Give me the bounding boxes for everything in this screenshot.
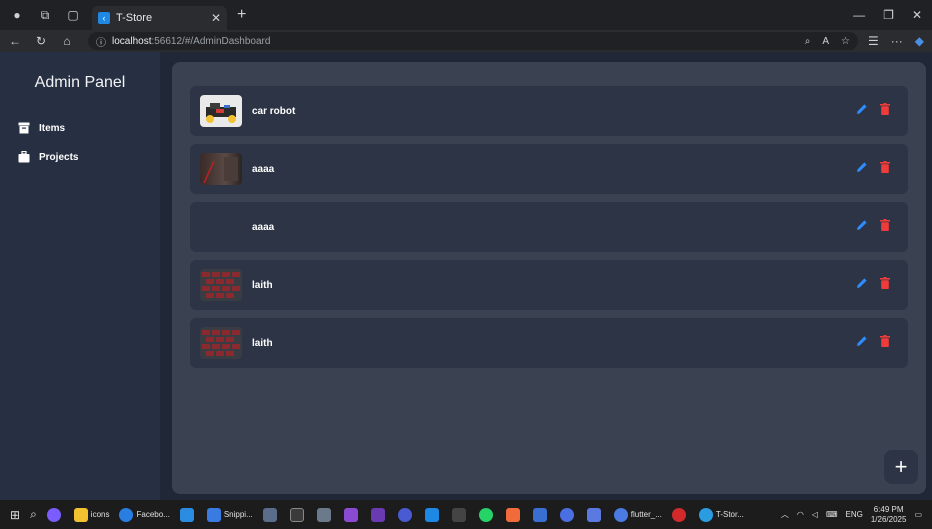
taskbar-app-tstore[interactable]: T-Stor... xyxy=(698,507,744,522)
item-name: laith xyxy=(252,337,273,349)
close-tab-icon[interactable]: ✕ xyxy=(211,11,221,25)
favorites-list-icon[interactable]: ☰ xyxy=(868,34,879,48)
site-info-icon[interactable]: ⓘ xyxy=(96,34,106,49)
zoom-icon[interactable]: ⌕ xyxy=(805,36,811,47)
item-thumbnail xyxy=(200,327,242,359)
copilot-taskbar-icon[interactable] xyxy=(46,507,64,522)
taskbar-app-whatsapp-icon[interactable] xyxy=(478,507,496,522)
sidebar-item-label: Projects xyxy=(39,151,79,163)
sidebar-item-items[interactable]: Items xyxy=(18,122,65,134)
delete-icon[interactable] xyxy=(880,334,890,352)
start-icon[interactable]: ⊞ xyxy=(10,508,20,522)
edit-icon[interactable] xyxy=(856,276,868,294)
sidebar: Admin Panel Items Projects xyxy=(0,52,160,500)
taskbar: ⊞ ⌕ icons Facebo... Snippi... flutter_..… xyxy=(0,500,932,529)
items-panel: car robot aaaa aaaa laith laith + xyxy=(172,62,926,494)
tray-keyboard-icon[interactable]: ⌨ xyxy=(826,510,838,519)
item-thumbnail xyxy=(200,269,242,301)
item-name: aaaa xyxy=(252,221,275,233)
delete-icon[interactable] xyxy=(880,102,890,120)
profile-icon[interactable]: ● xyxy=(6,4,28,26)
copilot-icon[interactable]: ◆ xyxy=(915,34,924,48)
back-icon[interactable]: ← xyxy=(4,34,26,48)
taskbar-app-vscode-icon[interactable] xyxy=(424,507,442,522)
browser-tab[interactable]: ‹ T-Store ✕ xyxy=(92,6,227,30)
list-item[interactable]: aaaa xyxy=(190,202,908,252)
taskbar-app-flutter[interactable]: flutter_... xyxy=(613,507,662,522)
taskbar-app-snipping[interactable]: Snippi... xyxy=(206,507,253,522)
sidebar-title: Admin Panel xyxy=(34,74,126,91)
list-item[interactable]: laith xyxy=(190,260,908,310)
taskbar-app-chat-icon[interactable] xyxy=(397,507,415,522)
more-icon[interactable]: ··· xyxy=(891,34,903,48)
tray-lang[interactable]: ENG xyxy=(846,510,863,519)
taskbar-app-terminal-icon[interactable] xyxy=(289,507,307,522)
taskbar-app-visualstudio-icon[interactable] xyxy=(343,507,361,522)
notifications-icon[interactable]: ▭ xyxy=(914,510,922,519)
sidebar-item-projects[interactable]: Projects xyxy=(18,151,78,163)
restore-icon[interactable]: ❐ xyxy=(883,8,894,22)
tray-chevron-icon[interactable]: ︿ xyxy=(781,509,789,520)
tray-wifi-icon[interactable]: ◠ xyxy=(797,510,804,519)
delete-icon[interactable] xyxy=(880,218,890,236)
edit-icon[interactable] xyxy=(856,334,868,352)
edit-icon[interactable] xyxy=(856,102,868,120)
plus-icon: + xyxy=(894,454,908,479)
search-icon[interactable]: ⌕ xyxy=(30,507,37,522)
taskbar-app-app2-icon[interactable] xyxy=(559,507,577,522)
flutter-favicon-icon: ‹ xyxy=(98,12,110,24)
taskbar-app-calculator-icon[interactable] xyxy=(262,507,280,522)
taskbar-app-mail-icon[interactable] xyxy=(179,507,197,522)
system-tray: ︿ ◠ ◁ ⌨ ENG 6:49 PM 1/26/2025 ▭ xyxy=(781,505,932,525)
taskbar-app-postman-icon[interactable] xyxy=(505,507,523,522)
taskbar-app-icons[interactable]: icons xyxy=(73,507,109,522)
tray-clock[interactable]: 6:49 PM 1/26/2025 xyxy=(871,505,907,525)
edit-icon[interactable] xyxy=(856,218,868,236)
items-list: car robot aaaa aaaa laith laith xyxy=(190,86,908,376)
address-bar: ← ↻ ⌂ ⓘ localhost :56612/#/AdminDashboar… xyxy=(0,30,932,52)
close-window-icon[interactable]: ✕ xyxy=(912,8,922,22)
home-icon[interactable]: ⌂ xyxy=(56,34,78,48)
taskbar-app-explorer-icon[interactable] xyxy=(316,507,334,522)
item-name: car robot xyxy=(252,105,296,117)
taskbar-app-opera-icon[interactable] xyxy=(671,507,689,522)
tray-time: 6:49 PM xyxy=(873,504,904,514)
taskbar-app-facebook[interactable]: Facebo... xyxy=(119,507,170,522)
item-thumbnail xyxy=(200,95,242,127)
item-name: aaaa xyxy=(252,163,275,175)
delete-icon[interactable] xyxy=(880,160,890,178)
taskbar-app-app1-icon[interactable] xyxy=(532,507,550,522)
edit-icon[interactable] xyxy=(856,160,868,178)
url-field[interactable]: ⓘ localhost :56612/#/AdminDashboard ⌕ A … xyxy=(88,32,858,50)
item-thumbnail xyxy=(200,153,242,185)
new-tab-icon[interactable]: + xyxy=(237,6,246,24)
tab-actions-icon[interactable]: ▢ xyxy=(62,4,84,26)
browser-tab-bar: ● ⧉ ▢ ‹ T-Store ✕ + — ❐ ✕ xyxy=(0,0,932,30)
item-thumbnail xyxy=(200,211,242,243)
workspaces-icon[interactable]: ⧉ xyxy=(34,4,56,26)
list-item[interactable]: laith xyxy=(190,318,908,368)
url-host: localhost xyxy=(112,35,152,47)
read-aloud-icon[interactable]: A xyxy=(822,36,829,47)
taskbar-app-app3-icon[interactable] xyxy=(586,507,604,522)
list-item[interactable]: aaaa xyxy=(190,144,908,194)
taskbar-app-vs-icon[interactable] xyxy=(370,507,388,522)
url-path: :56612/#/AdminDashboard xyxy=(151,35,271,47)
list-item[interactable]: car robot xyxy=(190,86,908,136)
delete-icon[interactable] xyxy=(880,276,890,294)
tray-date: 1/26/2025 xyxy=(870,514,907,524)
taskbar-app-audio-icon[interactable] xyxy=(451,507,469,522)
archive-icon xyxy=(18,122,30,134)
app-root: Admin Panel Items Projects car robot aaa… xyxy=(0,52,932,500)
tray-volume-icon[interactable]: ◁ xyxy=(812,510,818,519)
tab-title: T-Store xyxy=(116,12,153,24)
refresh-icon[interactable]: ↻ xyxy=(30,34,52,48)
favorite-icon[interactable]: ☆ xyxy=(841,36,850,47)
minimize-icon[interactable]: — xyxy=(853,8,865,22)
item-name: laith xyxy=(252,279,273,291)
briefcase-icon xyxy=(18,151,30,163)
add-item-button[interactable]: + xyxy=(884,450,918,484)
sidebar-item-label: Items xyxy=(39,122,66,134)
